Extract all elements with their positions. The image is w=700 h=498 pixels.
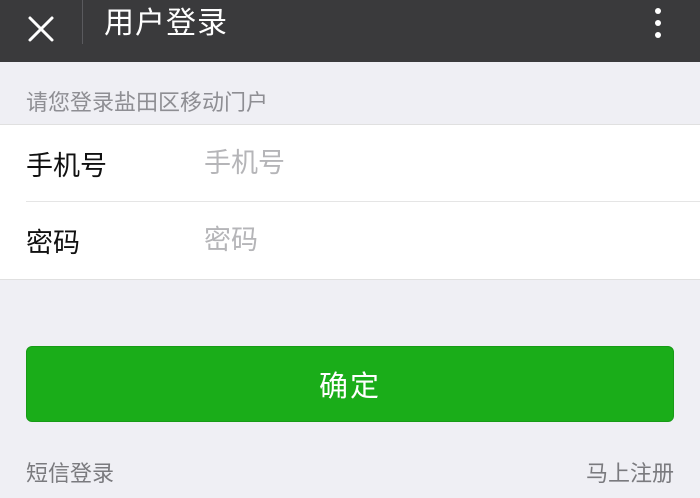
more-vertical-icon-dot [655, 20, 661, 26]
phone-row: 手机号 [0, 125, 700, 201]
header-divider [82, 0, 83, 44]
password-input[interactable] [204, 215, 664, 265]
sms-login-link[interactable]: 短信登录 [26, 456, 114, 488]
register-link[interactable]: 马上注册 [586, 456, 674, 488]
close-icon [28, 16, 54, 42]
confirm-button[interactable]: 确定 [26, 346, 674, 422]
top-bar: 用户登录 [0, 0, 700, 62]
password-label: 密码 [26, 227, 80, 259]
login-prompt: 请您登录盐田区移动门户 [26, 91, 269, 116]
phone-label: 手机号 [26, 150, 107, 182]
more-vertical-icon-dot [655, 32, 661, 38]
more-menu-button[interactable] [646, 2, 670, 44]
more-vertical-icon [655, 8, 661, 14]
password-row: 密码 [0, 202, 700, 278]
page-title: 用户登录 [104, 6, 228, 41]
phone-input[interactable] [204, 138, 664, 188]
login-form: 手机号 密码 [0, 124, 700, 280]
close-button[interactable] [18, 6, 64, 52]
